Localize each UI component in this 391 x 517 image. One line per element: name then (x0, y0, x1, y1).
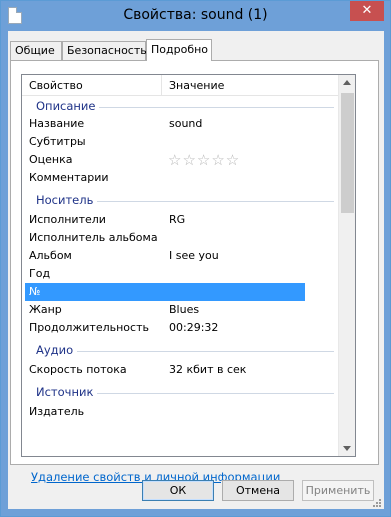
cancel-button[interactable]: Отмена (222, 480, 294, 501)
dialog-client: Общие Безопасность Подробно Свойство Зна… (8, 31, 384, 509)
tab-details[interactable]: Подробно (146, 39, 212, 61)
property-key: № (29, 285, 41, 298)
column-header-property[interactable]: Свойство (29, 79, 83, 92)
property-row-genre[interactable]: Жанр Blues (22, 301, 340, 319)
property-value[interactable]: RG (169, 213, 185, 226)
property-row-bitrate[interactable]: Скорость потока 32 кбит в сек (22, 361, 340, 379)
property-value[interactable]: I see you (169, 249, 219, 262)
property-key: Название (29, 117, 85, 130)
property-key: Скорость потока (29, 363, 127, 376)
scroll-thumb[interactable] (341, 93, 354, 213)
column-header-value[interactable]: Значение (169, 79, 224, 92)
property-key: Издатель (29, 405, 85, 418)
apply-button[interactable]: Применить (302, 480, 374, 501)
list-header: Свойство Значение (22, 75, 340, 96)
ok-button[interactable]: ОК (142, 480, 214, 501)
property-key: Альбом (29, 249, 72, 262)
property-row-album-artist[interactable]: Исполнитель альбома (22, 229, 340, 247)
group-source: Источник (22, 383, 340, 401)
property-row-duration[interactable]: Продолжительность 00:29:32 (22, 319, 340, 337)
property-value[interactable]: sound (169, 117, 202, 130)
property-key: Жанр (29, 303, 62, 316)
property-key: Исполнители (29, 213, 106, 226)
resize-grip-icon[interactable] (372, 498, 382, 508)
property-key: Субтитры (29, 135, 86, 148)
property-row-artists[interactable]: Исполнители RG (22, 211, 340, 229)
property-value[interactable]: Blues (169, 303, 199, 316)
details-panel: Свойство Значение Описание Название soun… (10, 60, 379, 484)
property-row-comments[interactable]: Комментарии (22, 169, 340, 187)
group-title: Носитель (36, 193, 98, 207)
group-line (36, 351, 334, 352)
property-row-name[interactable]: Название sound (22, 115, 340, 133)
group-title: Аудио (36, 343, 78, 357)
vertical-scrollbar[interactable] (338, 75, 355, 456)
property-row-rating[interactable]: Оценка ☆☆☆☆☆ (22, 151, 340, 169)
tab-general[interactable]: Общие (10, 41, 62, 60)
property-key: Продолжительность (29, 321, 149, 334)
scroll-up-arrow-icon[interactable] (343, 80, 351, 85)
group-media: Носитель (22, 191, 340, 209)
group-title: Источник (36, 385, 98, 399)
rating-stars-icon[interactable]: ☆☆☆☆☆ (168, 151, 240, 169)
property-row-year[interactable]: Год (22, 265, 340, 283)
property-key: Год (29, 267, 51, 280)
property-row-publisher[interactable]: Издатель (22, 403, 340, 421)
window-title: Свойства: sound (1) (123, 7, 268, 23)
close-button[interactable]: ✕ (350, 1, 384, 21)
group-title: Описание (36, 99, 100, 113)
scroll-down-arrow-icon[interactable] (343, 446, 351, 451)
column-divider[interactable] (161, 75, 162, 95)
property-key: Исполнитель альбома (29, 231, 158, 244)
property-value[interactable]: 00:29:32 (169, 321, 218, 334)
properties-window: Свойства: sound (1) ✕ Общие Безопасность… (0, 0, 391, 517)
property-key: Комментарии (29, 171, 109, 184)
title-bar[interactable]: Свойства: sound (1) ✕ (1, 1, 390, 31)
property-key: Оценка (29, 153, 73, 166)
properties-list[interactable]: Свойство Значение Описание Название soun… (21, 74, 356, 457)
group-audio: Аудио (22, 341, 340, 359)
property-row-album[interactable]: Альбом I see you (22, 247, 340, 265)
property-value[interactable]: 32 кбит в сек (169, 363, 246, 376)
tab-security[interactable]: Безопасность (62, 41, 147, 60)
property-row-subtitle[interactable]: Субтитры (22, 133, 340, 151)
group-description: Описание (22, 97, 340, 115)
property-row-number[interactable]: № (25, 283, 305, 301)
